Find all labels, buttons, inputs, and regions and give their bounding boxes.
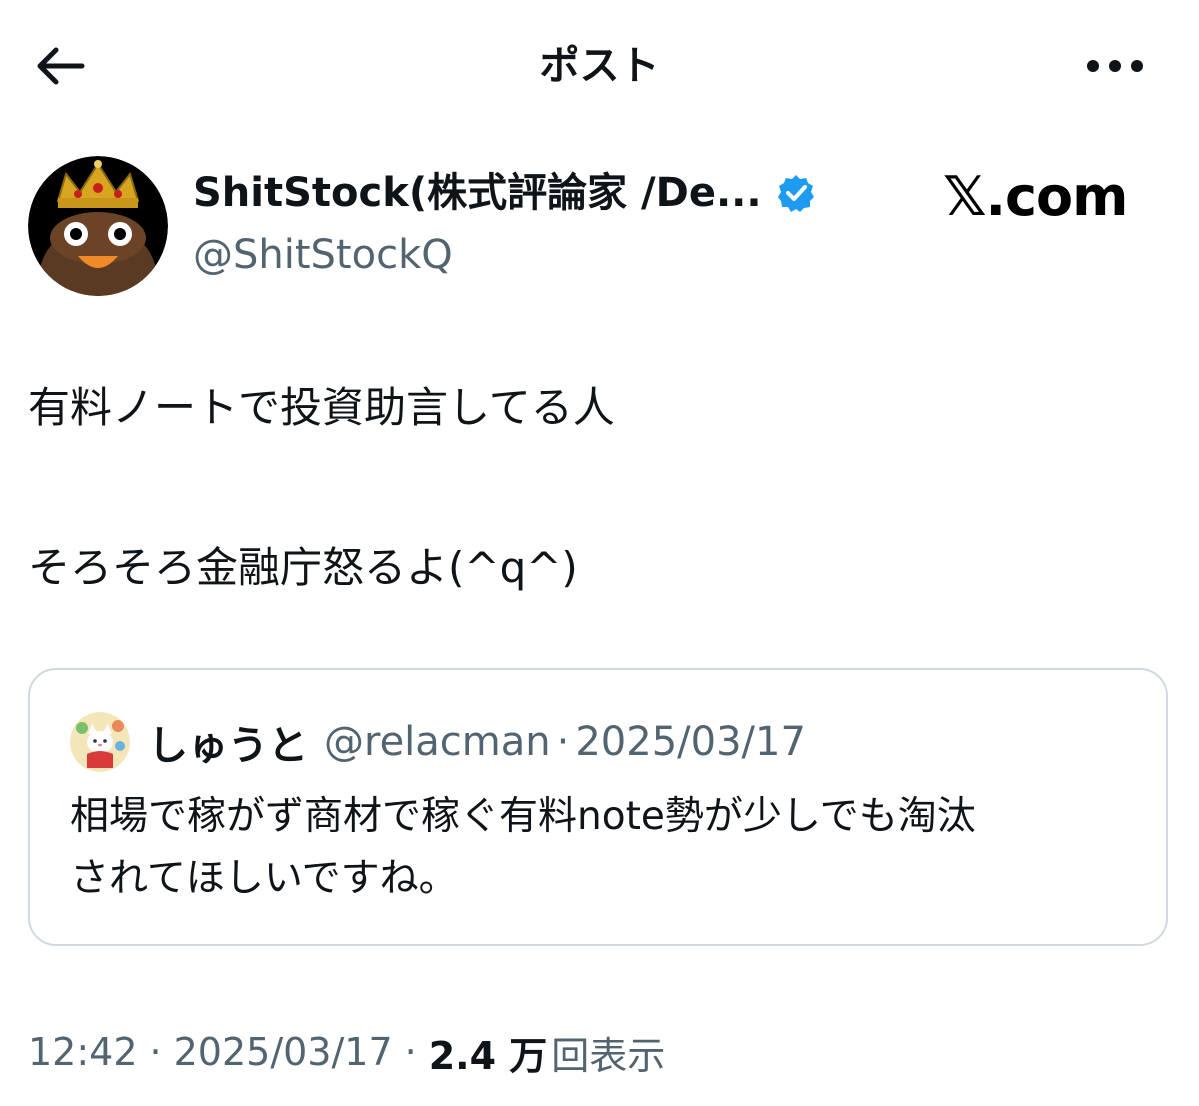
separator-dot: · [404,1030,417,1074]
views-count: 2.4 万 [428,1033,548,1078]
post-author: ShitStock(株式評論家 /De... @ShitStockQ 𝕏.com [28,148,1168,298]
views-label: 回表示 [551,1033,666,1078]
quoted-date: 2025/03/17 [575,719,806,765]
page-title: ポスト [539,43,660,89]
more-horizontal-icon [1087,60,1143,72]
quoted-post-card[interactable]: しゅうと @relacman · 2025/03/17 相場で稼がず商材で稼ぐ有… [28,668,1168,946]
quoted-handle: @relacman [324,719,551,765]
verified-badge-icon [776,173,816,213]
separator-dot: · [556,719,570,765]
back-button[interactable] [30,38,90,94]
post-line-1: 有料ノートで投資助言してる人 [28,383,615,432]
author-handle[interactable]: @ShitStockQ [193,228,453,282]
quoted-post-text: 相場で稼がず商材で稼ぐ有料note勢が少しでも淘汰 されてほしいですね。 [70,786,1140,910]
arrow-left-icon [37,47,85,85]
post-time[interactable]: 12:42 [28,1030,138,1074]
display-name[interactable]: ShitStock(株式評論家 /De... [193,166,762,220]
quoted-display-name: しゅうと [148,723,308,769]
separator-dot: · [149,1030,162,1074]
quoted-post-header: しゅうと @relacman · 2025/03/17 [70,710,806,774]
avatar[interactable] [28,156,168,296]
more-options-button[interactable] [1080,38,1150,94]
quoted-avatar[interactable] [70,712,130,772]
post-text: 有料ノートで投資助言してる人 そろそろ金融庁怒るよ(^q^) [28,368,1168,608]
display-name-row[interactable]: ShitStock(株式評論家 /De... [193,166,816,220]
crowned-poop-avatar-icon [28,156,168,296]
post-line-2: そろそろ金融庁怒るよ(^q^) [28,543,578,592]
quoted-line-1: 相場で稼がず商材で稼ぐ有料note勢が少しでも淘汰 [70,794,976,839]
post-date[interactable]: 2025/03/17 [174,1030,393,1074]
cat-avatar-icon [70,712,130,772]
quoted-line-2: されてほしいですね。 [70,856,458,901]
x-com-watermark: 𝕏.com [943,162,1128,232]
watermark-text: 𝕏.com [943,165,1128,228]
top-bar: ポスト [0,0,1199,130]
post-metadata: 12:42 · 2025/03/17 · 2.4 万 回表示 [28,1022,665,1082]
